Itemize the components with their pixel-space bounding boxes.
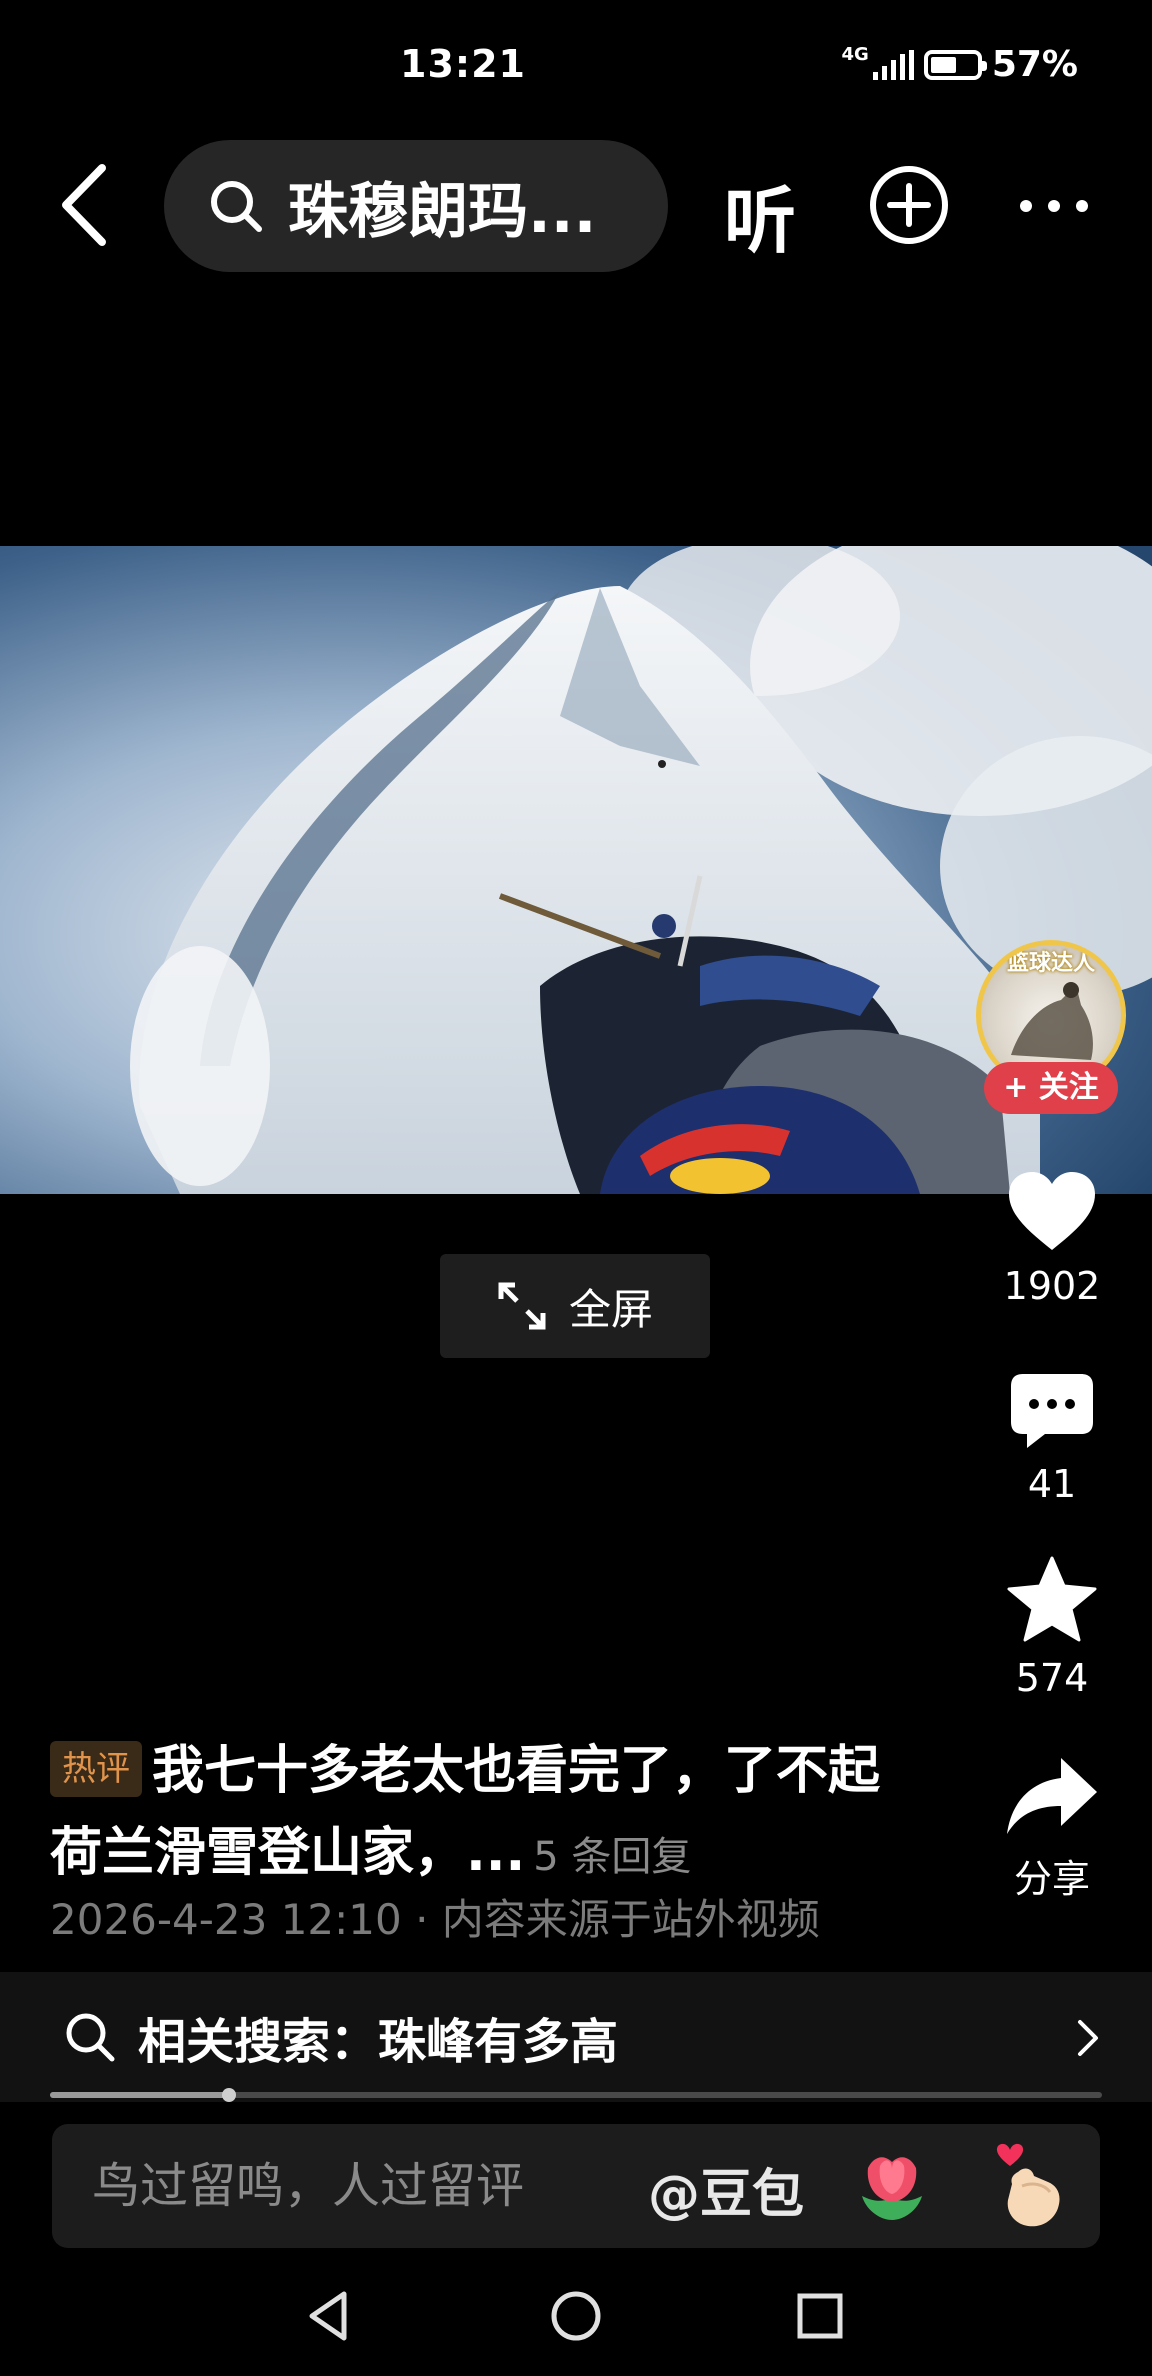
battery-fill — [930, 56, 956, 73]
mention-button[interactable]: @豆包 — [648, 2152, 804, 2227]
search-box[interactable]: 珠穆朗玛... — [164, 140, 668, 272]
more-dots-icon — [1020, 200, 1088, 212]
more-button[interactable] — [1018, 196, 1090, 216]
video-progress-bar[interactable] — [50, 2088, 1102, 2102]
nav-recents-button[interactable] — [790, 2286, 850, 2346]
network-type: 4G — [841, 44, 869, 65]
hot-comment-tag: 热评 — [50, 1741, 142, 1797]
star-icon — [1007, 1556, 1097, 1642]
fullscreen-button[interactable]: 全屏 — [440, 1254, 710, 1358]
video-player[interactable] — [0, 546, 1152, 1194]
comment-count: 41 — [1027, 1462, 1077, 1506]
nav-back-button[interactable] — [300, 2286, 360, 2346]
comment-input[interactable] — [92, 2124, 652, 2248]
comment-action[interactable]: 41 — [972, 1372, 1132, 1506]
nav-home-button[interactable] — [546, 2286, 606, 2346]
search-icon — [66, 2013, 115, 2062]
like-count: 1902 — [1003, 1264, 1101, 1308]
hot-comment-text: 我七十多老太也看完了，了不起荷兰滑雪登山家，... — [50, 1741, 881, 1883]
add-button[interactable] — [868, 164, 950, 246]
expand-icon — [498, 1282, 546, 1330]
plus-circle-icon — [870, 166, 948, 244]
finger-heart-emoji-icon[interactable] — [988, 2142, 1068, 2230]
chevron-right-icon — [1078, 2020, 1098, 2056]
circle-home-icon — [551, 2291, 601, 2341]
tulip-emoji-icon[interactable] — [852, 2146, 932, 2226]
favorite-action[interactable]: 574 — [972, 1556, 1132, 1700]
related-search-text: 相关搜索：珠峰有多高 — [138, 2014, 619, 2070]
share-action[interactable]: 分享 — [972, 1756, 1132, 1903]
status-indicators: 4G 57% — [842, 44, 1078, 85]
listen-button[interactable]: 听 — [724, 162, 796, 267]
hot-comment[interactable]: 热评 我七十多老太也看完了，了不起荷兰滑雪登山家，... 5 条回复 — [50, 1730, 930, 1898]
avatar-label: 篮球达人 — [1006, 951, 1095, 976]
back-button[interactable] — [56, 160, 116, 250]
battery-icon — [923, 49, 987, 80]
status-time: 13:21 — [400, 42, 526, 86]
progress-fill — [50, 2092, 229, 2098]
follow-button[interactable]: + 关注 — [984, 1062, 1118, 1114]
triangle-back-icon — [309, 2291, 347, 2341]
search-icon — [211, 181, 262, 232]
heart-icon — [1009, 1172, 1095, 1250]
back-arrow-icon — [62, 164, 106, 246]
search-query: 珠穆朗玛... — [288, 176, 597, 247]
reply-count[interactable]: 5 条回复 — [533, 1834, 691, 1880]
video-frame — [0, 546, 1152, 1194]
post-meta: 2026-4-23 12:10 · 内容来源于站外视频 — [50, 1895, 820, 1944]
comment-bubble-icon — [1011, 1374, 1093, 1448]
battery-percent: 57% — [991, 44, 1078, 85]
square-recents-icon — [797, 2293, 843, 2339]
like-action[interactable]: 1902 — [972, 1170, 1132, 1308]
favorite-count: 574 — [1015, 1656, 1089, 1700]
fullscreen-label: 全屏 — [568, 1284, 653, 1334]
related-search-bar[interactable]: 相关搜索：珠峰有多高 — [0, 1972, 1152, 2102]
signal-icon — [872, 49, 914, 80]
share-label: 分享 — [1013, 1857, 1090, 1901]
comment-input-bar[interactable]: @豆包 — [52, 2124, 1100, 2248]
share-arrow-icon — [1007, 1758, 1097, 1834]
progress-knob[interactable] — [221, 2088, 236, 2102]
